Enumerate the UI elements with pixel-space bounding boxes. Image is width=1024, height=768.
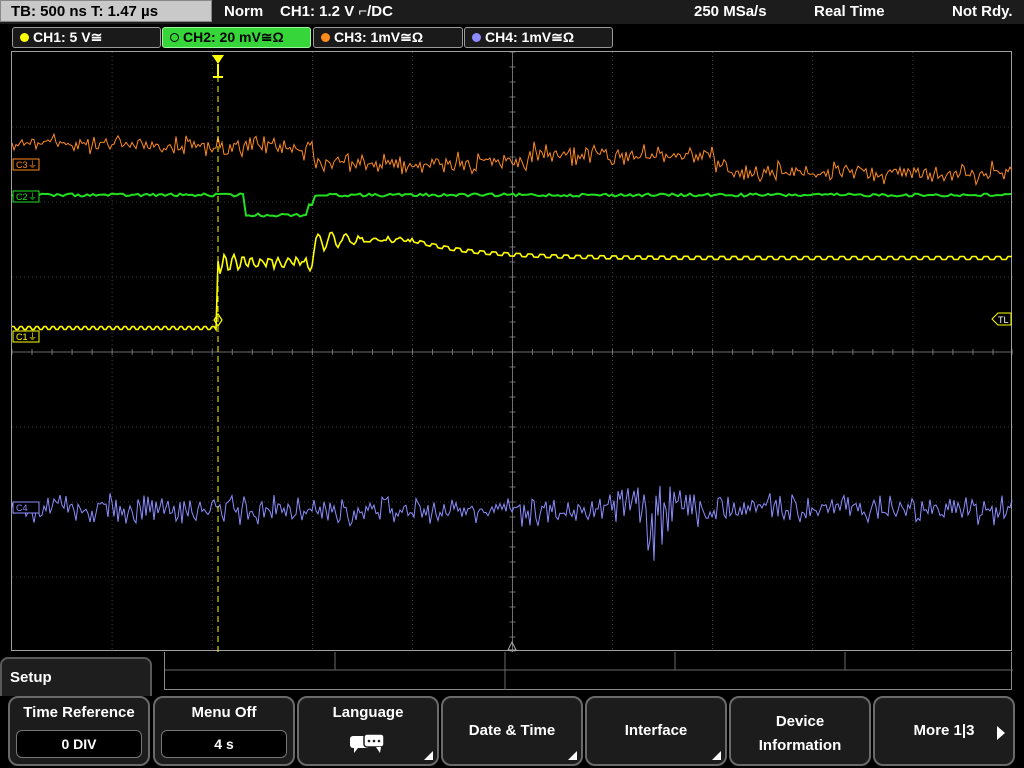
channel-tab-ch1[interactable]: CH1: 5 V≅: [12, 27, 161, 48]
traces: [12, 132, 1013, 561]
device-information-softkey[interactable]: Device Information: [729, 696, 871, 766]
trigger-source[interactable]: CH1: 1.2 V ⌐/DC: [280, 0, 393, 24]
trigger-level-marker[interactable]: TL: [991, 312, 1012, 326]
ch4-offset-marker[interactable]: C4: [12, 501, 40, 514]
ground-icon: ⏚: [28, 192, 37, 203]
softkey-bar: Time Reference 0 DIV Menu Off 4 s Langua…: [0, 696, 1024, 768]
ch3-color-icon: [321, 33, 330, 42]
submenu-indicator-icon: [712, 751, 721, 760]
ch2-color-icon: [170, 33, 179, 42]
sample-rate[interactable]: 250 MSa/s: [694, 0, 767, 24]
ground-icon: ⏚: [28, 332, 37, 343]
ch4-marker-label: C4: [16, 503, 28, 513]
ch1-offset-marker[interactable]: C1 ⏚: [12, 330, 40, 343]
ch1-color-icon: [20, 33, 29, 42]
ch3-offset-marker[interactable]: C3 ⏚: [12, 158, 40, 171]
waveform-display[interactable]: C3 ⏚ C2 ⏚ C1 ⏚ C4 TL: [11, 51, 1013, 652]
status-bar: TB: 500 ns T: 1.47 µs Norm CH1: 1.2 V ⌐/…: [0, 0, 1024, 24]
channel-label: CH4: 1mV≅Ω: [485, 29, 575, 45]
softkey-label: Time Reference: [23, 704, 135, 721]
softkey-label: More 1|3: [913, 722, 975, 739]
time-reference-softkey[interactable]: Time Reference 0 DIV: [8, 696, 150, 766]
softkey-label-line2: Information: [758, 737, 842, 754]
graticule: [12, 52, 1013, 652]
channel-label: CH2: 20 mV≅Ω: [183, 29, 284, 45]
more-softkey[interactable]: More 1|3: [873, 696, 1015, 766]
submenu-indicator-icon: [424, 751, 433, 760]
markers: C3 ⏚ C2 ⏚ C1 ⏚ C4 TL: [12, 55, 1012, 652]
language-softkey[interactable]: Language: [297, 696, 439, 766]
waveform-canvas[interactable]: C3 ⏚ C2 ⏚ C1 ⏚ C4 TL: [12, 52, 1013, 652]
timeline-strip[interactable]: [164, 652, 1013, 690]
trigger-mode[interactable]: Norm: [224, 0, 263, 24]
channel-label: CH1: 5 V≅: [33, 29, 103, 45]
speech-bubbles-icon: [350, 733, 385, 753]
softkey-label: Date & Time: [468, 722, 556, 739]
channel-label: CH3: 1mV≅Ω: [334, 29, 424, 45]
softkey-label-line1: Device: [775, 713, 825, 730]
timebase-readout[interactable]: TB: 500 ns T: 1.47 µs: [0, 0, 212, 22]
menu-off-softkey[interactable]: Menu Off 4 s: [153, 696, 295, 766]
menu-off-value: 4 s: [161, 730, 287, 758]
ch4-trace: [12, 485, 1013, 561]
softkey-label: Device Information: [731, 710, 869, 758]
softkey-label: Interface: [624, 722, 688, 739]
ground-icon: ⏚: [28, 160, 37, 171]
menu-title-setup[interactable]: Setup: [0, 657, 152, 697]
softkey-label: Language: [332, 704, 404, 721]
ch2-marker-label: C2: [16, 192, 28, 202]
channel-tab-ch3[interactable]: CH3: 1mV≅Ω: [313, 27, 463, 48]
time-reference-marker-icon: [507, 640, 517, 651]
ch1-marker-label: C1: [16, 332, 28, 342]
ch4-color-icon: [472, 33, 481, 42]
interface-softkey[interactable]: Interface: [585, 696, 727, 766]
ch2-trace: [12, 192, 1012, 218]
timeline-grid: [165, 652, 1013, 690]
channel-tab-ch2[interactable]: CH2: 20 mV≅Ω: [162, 27, 311, 48]
trigger-level-label: TL: [998, 315, 1009, 325]
acquisition-mode[interactable]: Real Time: [814, 0, 885, 24]
acquisition-state: Not Rdy.: [952, 3, 1013, 20]
softkey-label: Menu Off: [191, 704, 257, 721]
time-reference-value: 0 DIV: [16, 730, 142, 758]
trigger-position-marker-icon[interactable]: [212, 55, 224, 64]
submenu-indicator-icon: [568, 751, 577, 760]
date-time-softkey[interactable]: Date & Time: [441, 696, 583, 766]
channel-bar: CH1: 5 V≅ CH2: 20 mV≅Ω CH3: 1mV≅Ω CH4: 1…: [0, 25, 1024, 49]
channel-tab-ch4[interactable]: CH4: 1mV≅Ω: [464, 27, 613, 48]
ch2-offset-marker[interactable]: C2 ⏚: [12, 190, 40, 203]
arrow-right-icon: [997, 726, 1005, 740]
ch3-marker-label: C3: [16, 160, 28, 170]
